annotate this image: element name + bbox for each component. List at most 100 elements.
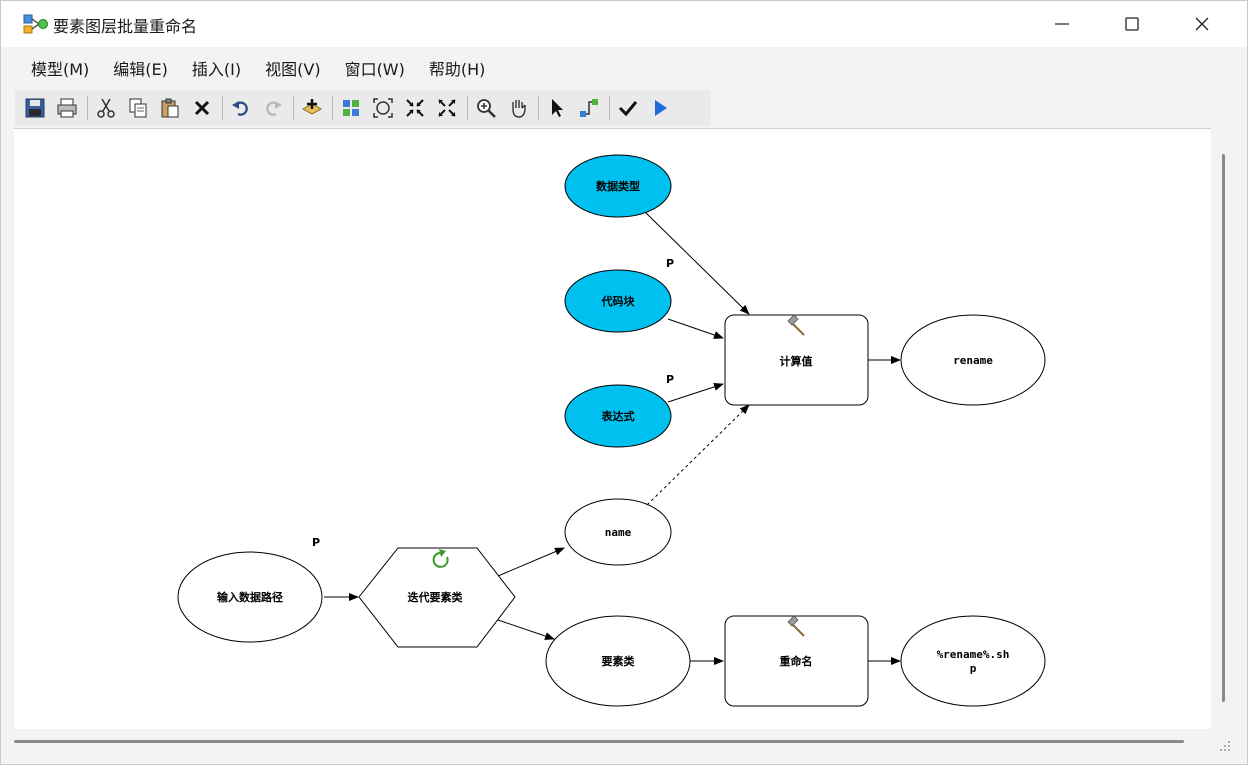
node-expression[interactable]: 表达式 <box>564 384 672 448</box>
paste-button[interactable] <box>156 94 184 122</box>
pan-icon <box>512 100 526 118</box>
add-data-button[interactable] <box>298 94 326 122</box>
delete-icon <box>194 100 210 116</box>
connector <box>497 547 565 577</box>
app-window: 要素图层批量重命名 模型(M) 编辑(E) 插入(I) 视图(V) 窗口(W) … <box>0 0 1248 765</box>
node-label: name <box>605 526 632 539</box>
close-button[interactable] <box>1167 1 1237 47</box>
menu-bar: 模型(M) 编辑(E) 插入(I) 视图(V) 窗口(W) 帮助(H) <box>1 47 1247 89</box>
node-data-type[interactable]: 数据类型 <box>564 154 672 218</box>
minimize-button[interactable] <box>1027 1 1097 47</box>
model-diagram: 数据类型 代码块 P 表达式 P 计算值 rename name 输入数据路径 … <box>177 154 1046 707</box>
node-label: 迭代要素类 <box>408 590 464 604</box>
node-label-line1: %rename%.sh <box>937 648 1010 661</box>
add-data-icon <box>301 99 323 115</box>
connect-icon <box>580 99 598 117</box>
resize-grip-icon[interactable] <box>1217 738 1231 752</box>
undo-button[interactable] <box>227 94 255 122</box>
node-input-path[interactable]: 输入数据路径 <box>177 551 323 643</box>
auto-layout-button[interactable] <box>337 94 365 122</box>
undo-icon <box>232 101 248 116</box>
zoom-in-fixed-icon <box>406 99 424 117</box>
menu-window[interactable]: 窗口(W) <box>335 52 415 84</box>
window-title: 要素图层批量重命名 <box>53 17 198 36</box>
node-label: rename <box>953 354 993 367</box>
toolbar-separator <box>332 96 333 120</box>
validate-icon <box>618 101 638 117</box>
node-label-line2: p <box>970 662 977 675</box>
select-button[interactable] <box>543 94 571 122</box>
vertical-scrollbar[interactable] <box>1215 128 1235 729</box>
save-button[interactable] <box>21 94 49 122</box>
toolbar <box>15 90 711 126</box>
print-button[interactable] <box>53 94 81 122</box>
select-icon <box>552 99 563 117</box>
parameter-marker: P <box>666 257 674 270</box>
vertical-scroll-thumb[interactable] <box>1222 154 1225 702</box>
maximize-button[interactable] <box>1097 1 1167 47</box>
full-extent-button[interactable] <box>369 94 397 122</box>
parameter-marker: P <box>666 373 674 386</box>
horizontal-scrollbar[interactable] <box>14 730 1214 752</box>
minimize-icon <box>1055 23 1069 25</box>
node-label: 代码块 <box>601 294 636 308</box>
zoom-in-button[interactable] <box>472 94 500 122</box>
pan-button[interactable] <box>504 94 532 122</box>
delete-button[interactable] <box>188 94 216 122</box>
paste-icon <box>161 98 179 118</box>
save-icon <box>25 98 45 118</box>
node-label: 计算值 <box>780 354 813 368</box>
cut-icon <box>97 98 115 118</box>
toolbar-separator <box>87 96 88 120</box>
menu-view[interactable]: 视图(V) <box>255 52 330 84</box>
validate-button[interactable] <box>614 94 642 122</box>
node-rename-output[interactable]: rename <box>900 314 1046 406</box>
run-icon <box>655 100 667 116</box>
toolbar-separator <box>222 96 223 120</box>
node-rename-tool[interactable]: 重命名 <box>724 615 869 707</box>
connect-button[interactable] <box>575 94 603 122</box>
node-calculate-value[interactable]: 计算值 <box>724 314 869 406</box>
model-builder-icon <box>23 14 48 34</box>
menu-insert[interactable]: 插入(I) <box>182 52 251 84</box>
zoom-out-fixed-icon <box>438 99 456 117</box>
node-label: 表达式 <box>601 409 635 423</box>
run-button[interactable] <box>646 94 674 122</box>
print-icon <box>57 98 77 118</box>
copy-button[interactable] <box>124 94 152 122</box>
node-feature-class[interactable]: 要素类 <box>545 615 691 707</box>
toolbar-separator <box>538 96 539 120</box>
copy-icon <box>129 98 147 118</box>
redo-icon <box>266 101 282 116</box>
menu-edit[interactable]: 编辑(E) <box>103 52 178 84</box>
menu-model[interactable]: 模型(M) <box>21 52 99 84</box>
zoom-out-fixed-button[interactable] <box>433 94 461 122</box>
connector <box>667 382 724 403</box>
zoom-in-icon <box>477 99 496 118</box>
auto-layout-icon <box>343 100 359 116</box>
connector <box>667 318 724 339</box>
connector <box>497 619 555 640</box>
parameter-marker: P <box>312 536 320 549</box>
node-code-block[interactable]: 代码块 <box>564 269 672 333</box>
redo-button[interactable] <box>259 94 287 122</box>
node-label: 输入数据路径 <box>217 590 283 604</box>
menu-help[interactable]: 帮助(H) <box>419 52 496 84</box>
cut-button[interactable] <box>92 94 120 122</box>
maximize-icon <box>1125 17 1139 31</box>
full-extent-icon <box>373 98 393 118</box>
model-canvas[interactable]: 数据类型 代码块 P 表达式 P 计算值 rename name 输入数据路径 … <box>14 128 1211 729</box>
node-iterate-feature-classes[interactable]: 迭代要素类 <box>358 547 516 648</box>
toolbar-separator <box>467 96 468 120</box>
title-bar: 要素图层批量重命名 <box>1 1 1247 47</box>
node-name-variable[interactable]: name <box>564 498 672 566</box>
horizontal-scroll-thumb[interactable] <box>14 740 1184 743</box>
toolbar-separator <box>609 96 610 120</box>
zoom-in-fixed-button[interactable] <box>401 94 429 122</box>
node-label: 数据类型 <box>596 179 640 193</box>
node-label: 要素类 <box>602 654 636 668</box>
node-output-shapefile[interactable]: %rename%.sh p <box>900 615 1046 707</box>
close-icon <box>1195 17 1209 31</box>
toolbar-separator <box>293 96 294 120</box>
node-label: 重命名 <box>780 654 813 668</box>
